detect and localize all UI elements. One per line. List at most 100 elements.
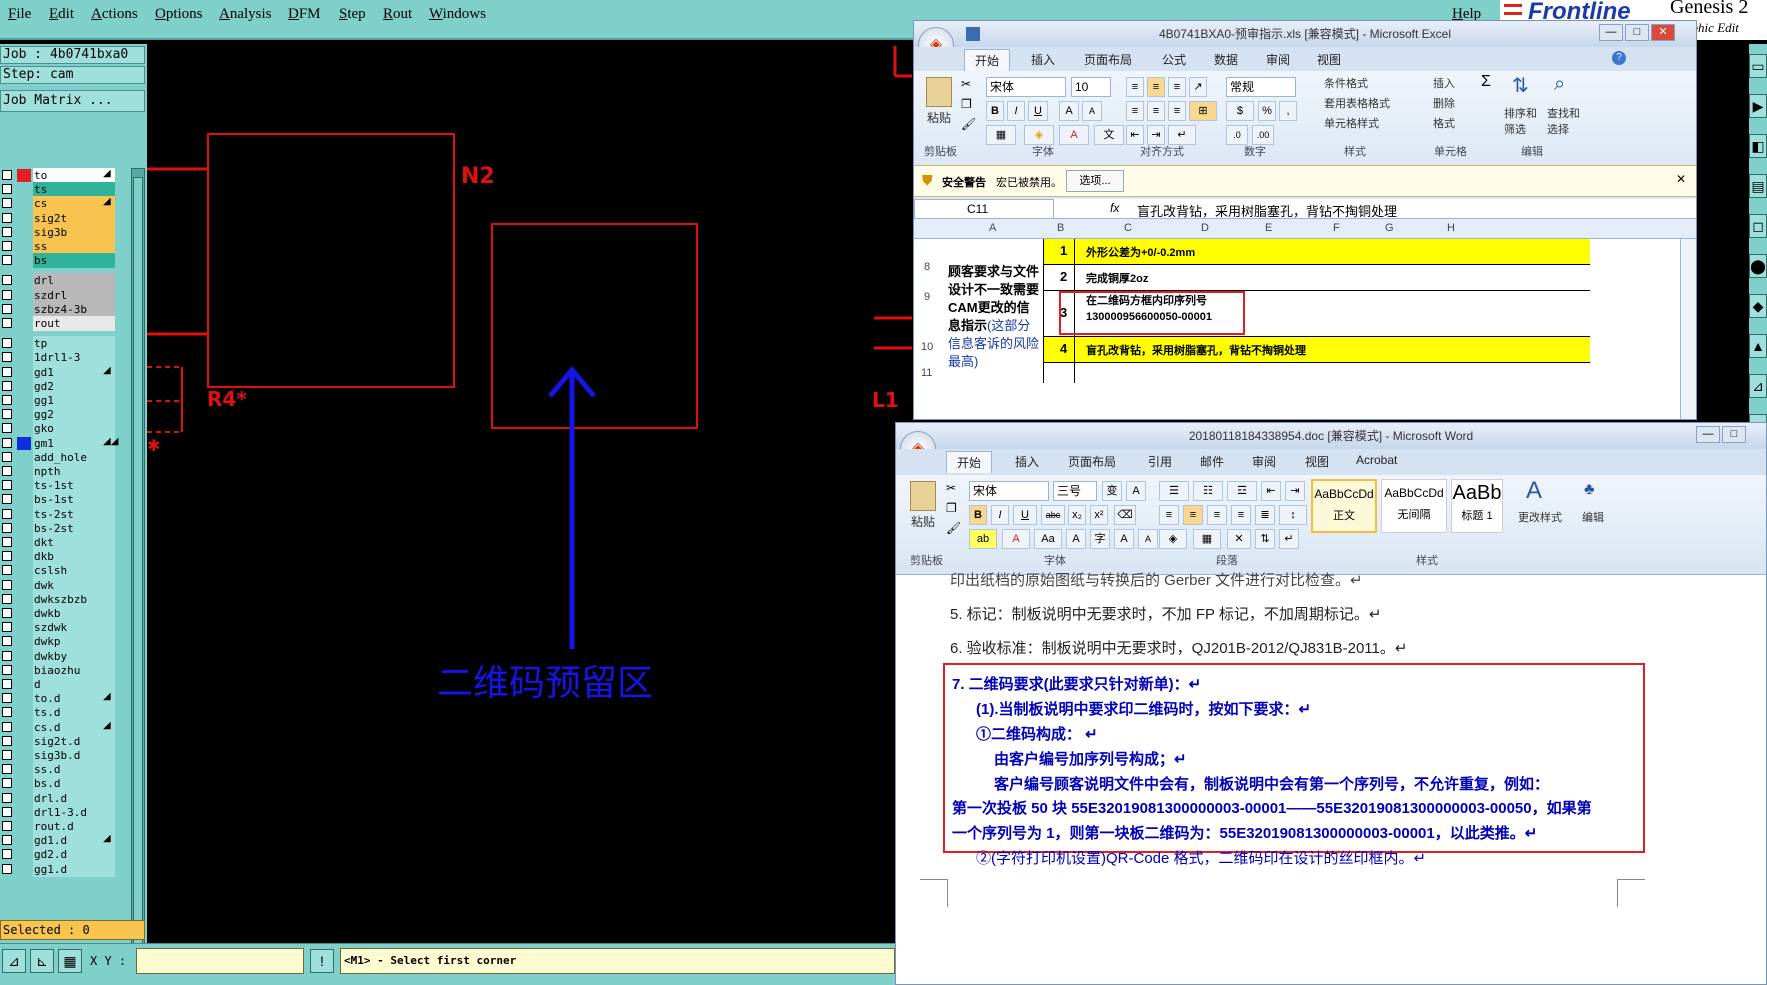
row-9[interactable]: 9 (924, 291, 930, 303)
word-maximize-button[interactable]: □ (1722, 426, 1746, 443)
layer-checkbox[interactable] (2, 522, 12, 533)
style-no-spacing[interactable]: AaBbCcDd 无间隔 (1381, 479, 1447, 533)
layer-checkbox[interactable] (2, 636, 12, 647)
insert-cells-button[interactable]: 插入 (1433, 75, 1455, 91)
orientation-button[interactable]: ↗ (1189, 77, 1207, 97)
tab-page-layout[interactable]: 页面布局 (1084, 51, 1132, 68)
tab-formulas[interactable]: 公式 (1162, 51, 1186, 68)
layer-color-swatch[interactable] (17, 169, 31, 182)
layer-name[interactable]: sig3b (33, 224, 115, 240)
row-10[interactable]: 10 (921, 341, 933, 353)
delete-cells-button[interactable]: 删除 (1433, 95, 1455, 111)
layer-checkbox[interactable] (2, 170, 12, 180)
cut-icon[interactable]: ✂ (961, 77, 971, 91)
layer-name[interactable]: ts-2st (33, 506, 115, 522)
layer-row[interactable]: dwkby (0, 648, 131, 664)
word-underline-button[interactable]: U (1013, 505, 1037, 525)
word-shrink-font-button[interactable]: A (1138, 529, 1158, 549)
layer-checkbox[interactable] (2, 750, 12, 760)
layer-row[interactable]: rout (0, 316, 131, 331)
word-cut-icon[interactable]: ✂ (946, 481, 956, 495)
word-font-color-button[interactable]: A (1002, 529, 1030, 549)
col-h[interactable]: H (1447, 222, 1455, 234)
tool-icon-1[interactable]: ▭ (1749, 54, 1767, 78)
name-box[interactable]: C11 (914, 199, 1054, 219)
layer-name[interactable]: gko (33, 421, 115, 437)
layer-checkbox[interactable] (2, 806, 12, 817)
layer-name[interactable]: rout.d (33, 819, 115, 834)
format-painter-icon[interactable]: 🖌 (961, 117, 976, 131)
layer-checkbox[interactable] (2, 508, 12, 519)
edit-icon[interactable]: ♣ (1584, 481, 1595, 499)
layer-row[interactable]: drl (0, 273, 131, 289)
layer-row[interactable]: szdwk (0, 620, 131, 636)
layer-checkbox[interactable] (2, 241, 12, 251)
layer-checkbox[interactable] (2, 275, 12, 286)
cell-styles-button[interactable]: 单元格样式 (1324, 115, 1379, 131)
chinese-layout-button[interactable]: ✕ (1227, 529, 1251, 549)
sort-filter-icon[interactable]: ⇅ (1512, 73, 1529, 98)
layer-row[interactable]: gd1 ◢ (0, 364, 131, 380)
sort-button[interactable]: ⇅ (1255, 529, 1275, 549)
layer-checkbox[interactable] (2, 451, 12, 462)
layer-row[interactable]: drl.d (0, 790, 131, 806)
layer-checkbox[interactable] (2, 366, 12, 377)
layer-name[interactable]: ts.d (33, 705, 115, 721)
layer-checkbox[interactable] (2, 693, 12, 704)
find-select-icon[interactable]: ⌕ (1554, 73, 1565, 96)
layer-checkbox[interactable] (2, 437, 12, 448)
word-align-right[interactable]: ≡ (1207, 505, 1227, 525)
wrap-text-button[interactable]: ↵ (1168, 125, 1196, 145)
layer-checkbox[interactable] (2, 608, 12, 618)
layer-row[interactable]: gd2.d (0, 847, 131, 863)
layer-row[interactable]: ss (0, 239, 131, 254)
layer-row[interactable]: add_hole (0, 449, 131, 465)
layer-name[interactable]: bs-2st (33, 520, 115, 536)
layer-name[interactable]: npth (33, 464, 115, 479)
layer-row[interactable]: cslsh (0, 563, 131, 579)
numbering-button[interactable]: ☷ (1193, 481, 1223, 501)
layer-name[interactable]: add_hole (33, 449, 115, 465)
layer-name[interactable]: bs (33, 253, 115, 269)
vertical-scrollbar[interactable] (1680, 239, 1696, 419)
font-size-select[interactable]: 10 (1071, 77, 1111, 97)
layer-row[interactable]: ts-1st (0, 478, 131, 494)
tool-icon-7[interactable]: ◆ (1749, 294, 1767, 318)
layer-checkbox[interactable] (2, 338, 12, 349)
layer-row[interactable]: dwkb (0, 606, 131, 621)
layer-name[interactable]: dwkp (33, 634, 115, 650)
layer-row[interactable]: ts (0, 182, 131, 198)
shading-button[interactable]: ◈ (1159, 529, 1187, 549)
layer-row[interactable]: bs.d (0, 776, 131, 792)
layer-row[interactable]: gko (0, 421, 131, 437)
layer-row[interactable]: sig2t.d (0, 733, 131, 749)
row-11[interactable]: 11 (921, 367, 932, 379)
layer-name[interactable]: dkt (33, 535, 115, 550)
layer-row[interactable]: to.d ◢ (0, 691, 131, 707)
layer-name[interactable]: dkb (33, 549, 115, 565)
copy-icon[interactable]: ❐ (961, 97, 972, 111)
style-normal[interactable]: AaBbCcDd 正文 (1311, 479, 1377, 533)
tool-icon-6[interactable]: ⬤ (1749, 254, 1767, 278)
layer-row[interactable]: bs (0, 253, 131, 269)
formula-content[interactable]: 盲孔改背钻，采用树脂塞孔，背钻不掏铜处理 (1137, 201, 1397, 220)
word-change-case-button[interactable]: Aa (1034, 529, 1062, 549)
underline-button[interactable]: U (1028, 101, 1048, 121)
layer-row[interactable]: gm1 ◢◢ (0, 435, 131, 451)
layer-checkbox[interactable] (2, 579, 12, 590)
layer-checkbox[interactable] (2, 466, 12, 476)
layer-row[interactable]: dkt (0, 535, 131, 550)
sort-filter-label[interactable]: 排序和筛选 (1504, 105, 1544, 137)
layer-row[interactable]: cs ◢ (0, 196, 131, 212)
layer-row[interactable]: biaozhu (0, 662, 131, 678)
tool-icon-8[interactable]: ▲ (1749, 334, 1767, 358)
layer-row[interactable]: gg2 (0, 407, 131, 423)
layer-name[interactable]: sig2t (33, 210, 115, 226)
layer-row[interactable]: d (0, 677, 131, 692)
layer-name[interactable]: szdrl (33, 287, 115, 303)
word-distribute[interactable]: ≣ (1255, 505, 1275, 525)
tab-insert[interactable]: 插入 (1031, 51, 1055, 68)
phonetic-button[interactable]: 文 (1094, 125, 1124, 145)
word-grow-font-button[interactable]: A (1114, 529, 1134, 549)
decrease-decimal-button[interactable]: .00 (1252, 125, 1274, 145)
